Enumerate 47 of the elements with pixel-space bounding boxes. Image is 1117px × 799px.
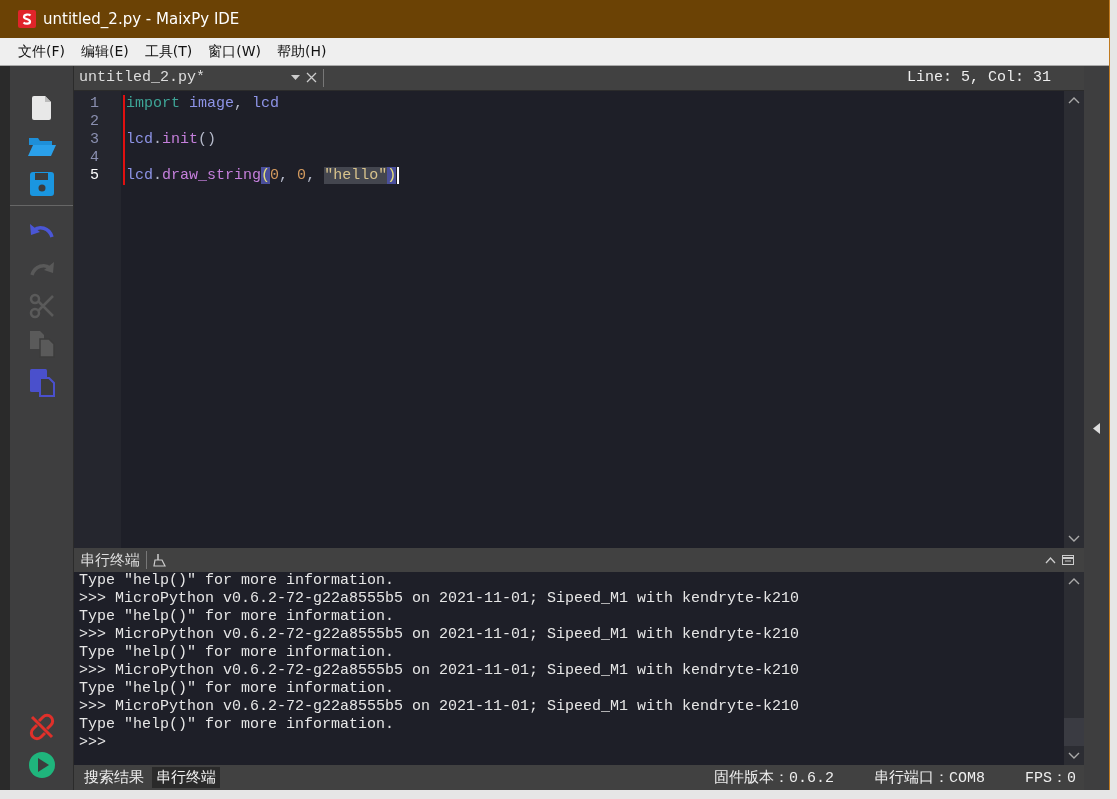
menu-item[interactable]: 工具(T)	[136, 42, 201, 61]
status-item: FPS：0	[1025, 769, 1076, 788]
menu-item[interactable]: 文件(F)	[10, 42, 73, 61]
terminal-line: >>> MicroPython v0.6.2-72-g22a8555b5 on 2021-11-01; Sipeed_M1 with kendryte-k210	[79, 590, 801, 609]
terminal-title: 串行终端	[80, 550, 140, 570]
panel-tab[interactable]: 搜索结果	[80, 767, 148, 789]
menu-item[interactable]: 编辑(E)	[73, 42, 137, 61]
float-window-icon[interactable]	[1062, 555, 1074, 566]
line-number: 3	[74, 130, 125, 149]
terminal-line: Type "help()" for more information.	[79, 572, 396, 591]
close-icon[interactable]	[306, 72, 317, 84]
terminal-line: Type "help()" for more information.	[79, 680, 396, 699]
scroll-down-icon[interactable]	[1068, 535, 1080, 543]
app-logo-icon	[18, 10, 36, 28]
cursor-position: Line: 5, Col: 31	[906, 69, 1051, 87]
scroll-up-icon[interactable]	[1068, 96, 1080, 104]
terminal-line: Type "help()" for more information.	[79, 608, 396, 627]
code-line: lcd.draw_string(0, 0, "hello")	[126, 166, 397, 185]
line-number: 1	[74, 94, 125, 113]
broom-icon[interactable]	[153, 553, 167, 568]
line-number: 5	[74, 166, 125, 185]
scroll-down-icon[interactable]	[1068, 752, 1080, 760]
scrollbar[interactable]	[1064, 90, 1084, 549]
file-tab[interactable]: untitled_2.py*	[74, 69, 279, 87]
code-line: import image, lcd	[126, 94, 280, 113]
terminal-line: Type "help()" for more information.	[79, 716, 396, 735]
expand-arrow-icon[interactable]	[1093, 422, 1100, 434]
scrollbar[interactable]	[1064, 572, 1084, 766]
collapse-icon[interactable]	[1045, 556, 1056, 564]
menu-item[interactable]: 窗口(W)	[200, 42, 270, 61]
dropdown-caret-icon[interactable]	[291, 75, 300, 81]
scroll-thumb[interactable]	[1064, 718, 1084, 747]
terminal-line: >>> MicroPython v0.6.2-72-g22a8555b5 on 2021-11-01; Sipeed_M1 with kendryte-k210	[79, 626, 801, 645]
terminal-line: >>> MicroPython v0.6.2-72-g22a8555b5 on 2021-11-01; Sipeed_M1 with kendryte-k210	[79, 698, 801, 717]
code-line: lcd.init()	[126, 130, 217, 149]
scroll-up-icon[interactable]	[1068, 578, 1080, 586]
status-item: 串行端口：COM8	[873, 768, 985, 788]
status-item: 固件版本：0.6.2	[713, 768, 834, 788]
window-title: untitled_2.py - MaixPy IDE	[43, 10, 240, 28]
line-number: 2	[74, 112, 125, 131]
play-icon[interactable]	[26, 750, 57, 780]
line-number: 4	[74, 148, 125, 167]
terminal-line: >>> MicroPython v0.6.2-72-g22a8555b5 on 2021-11-01; Sipeed_M1 with kendryte-k210	[79, 662, 801, 681]
terminal-line: >>>	[79, 734, 107, 753]
panel-tab[interactable]: 串行终端	[152, 767, 220, 789]
menu-item[interactable]: 帮助(H)	[269, 42, 335, 61]
terminal-line: Type "help()" for more information.	[79, 644, 396, 663]
